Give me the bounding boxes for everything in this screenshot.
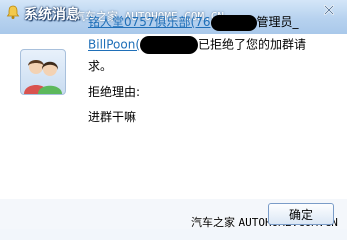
rejected-text: 已拒绝了您的加群请 bbox=[198, 37, 307, 52]
bell-icon bbox=[5, 4, 21, 20]
role-text: 管理员 bbox=[256, 15, 293, 29]
window-title: 系统消息 bbox=[24, 7, 80, 23]
ok-button[interactable]: 确定 bbox=[268, 203, 334, 225]
redaction-mark bbox=[210, 14, 257, 31]
reason-label: 拒绝理由: bbox=[88, 85, 141, 99]
group-name-link[interactable]: 铭人堂0757俱乐部(76 bbox=[88, 15, 211, 29]
redaction-mark bbox=[140, 36, 199, 54]
watermark-cn: 汽车之家 bbox=[191, 216, 235, 229]
message-line-2: BillPoon( 已拒绝了您的加群请 bbox=[88, 36, 306, 54]
close-icon bbox=[323, 4, 335, 16]
reason-value: 进群干嘛 bbox=[88, 110, 137, 124]
admin-name-link[interactable]: BillPoon( bbox=[88, 38, 140, 52]
message-line-1: 铭人堂0757俱乐部(76 管理员_ bbox=[88, 14, 299, 31]
group-avatar bbox=[20, 49, 66, 95]
message-line-3: 求。 bbox=[88, 59, 113, 73]
close-button[interactable] bbox=[317, 2, 341, 18]
role-suffix: _ bbox=[292, 15, 299, 29]
